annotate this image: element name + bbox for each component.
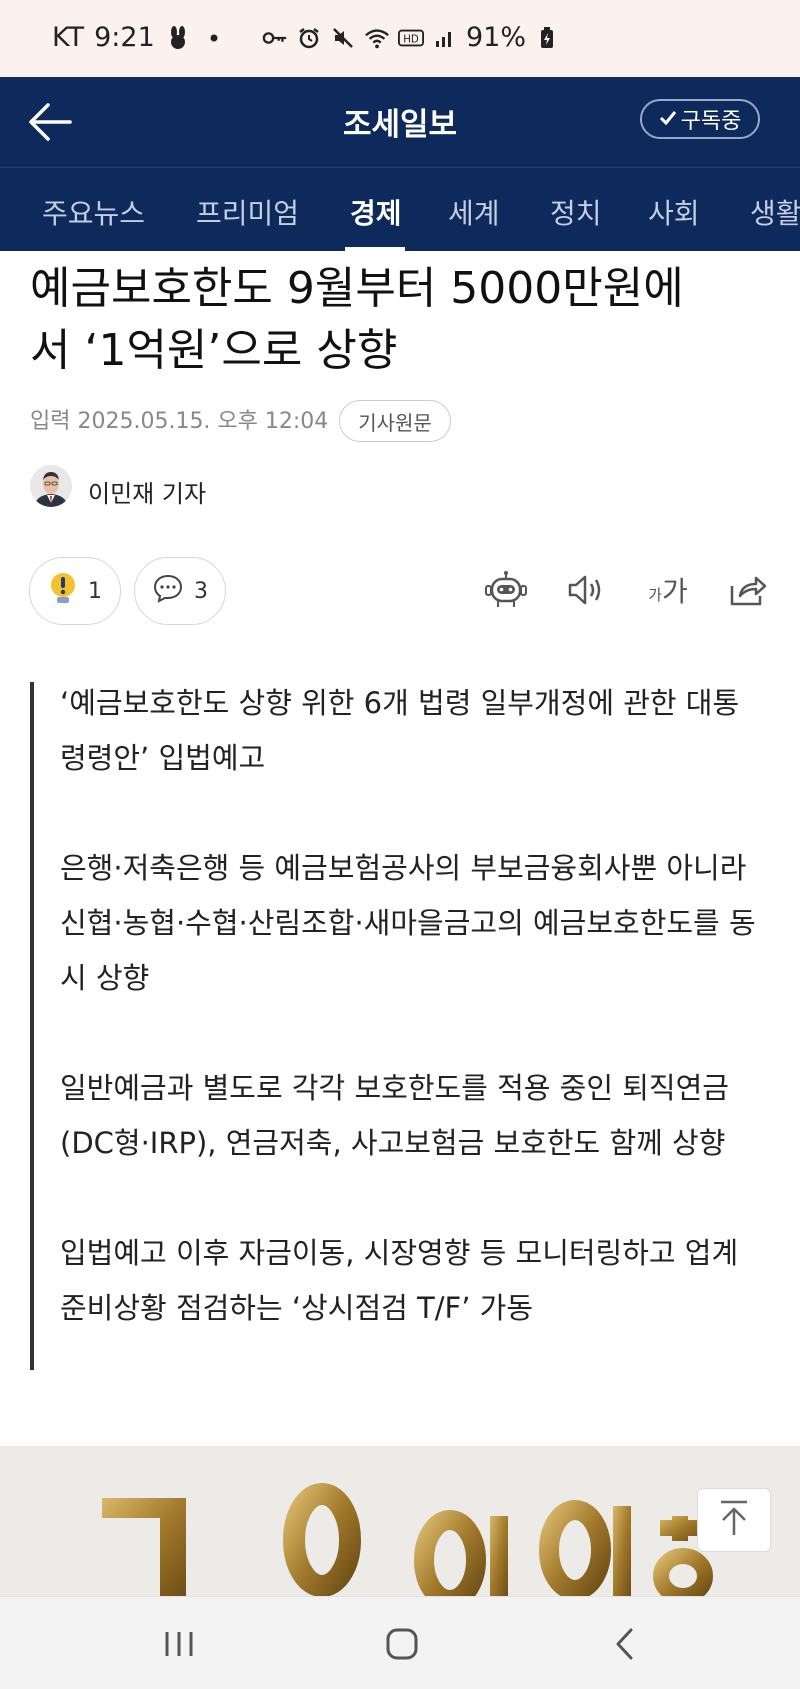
mute-icon [330, 25, 356, 51]
lightbulb-icon [48, 571, 78, 611]
clock: 9:21 [94, 22, 155, 53]
comment-icon [152, 573, 184, 609]
category-tabs: 주요뉴스 프리미엄 경제 세계 정치 사회 생활 [0, 167, 800, 251]
back-nav-icon[interactable] [600, 1621, 650, 1667]
article-title: 예금보호한도 9월부터 5000만원에 서 ‘1억원’으로 상향 [30, 258, 775, 382]
comment-button[interactable]: 3 [134, 557, 226, 625]
ai-bot-icon[interactable] [482, 566, 530, 614]
status-bar: KT 9:21 HD 91% [0, 0, 800, 77]
reaction-button[interactable]: 1 [29, 557, 121, 625]
article-photo [0, 1446, 800, 1596]
summary-item: ‘예금보호한도 상향 위한 6개 법령 일부개정에 관한 대통령령안’ 입법예고 [60, 686, 740, 775]
subscribe-label: 구독중 [680, 109, 742, 134]
summary-bar [30, 682, 34, 1370]
font-size-small-label: 가 [648, 585, 663, 604]
article-title-line-2: 서 ‘1억원’으로 상향 [30, 325, 398, 376]
key-icon [262, 25, 288, 51]
tab-politics[interactable]: 정치 [550, 192, 602, 232]
bunny-icon [165, 25, 191, 51]
summary-item: 입법예고 이후 자금이동, 시장영향 등 모니터링하고 업계 준비상황 점검하는… [60, 1236, 739, 1325]
battery-percent: 91% [466, 22, 527, 53]
tab-economy[interactable]: 경제 [350, 192, 402, 232]
subscribe-button[interactable]: 구독중 [640, 99, 760, 139]
tab-main-news[interactable]: 주요뉴스 [42, 192, 145, 232]
publish-date: 입력 2025.05.15. 오후 12:04 [30, 409, 329, 434]
tab-premium[interactable]: 프리미엄 [196, 192, 299, 232]
reporter-avatar[interactable] [30, 465, 72, 507]
home-icon[interactable] [377, 1621, 427, 1667]
tab-living[interactable]: 생활 [750, 192, 800, 232]
article-summary: ‘예금보호한도 상향 위한 6개 법령 일부개정에 관한 대통령령안’ 입법예고… [60, 676, 760, 1391]
original-article-button[interactable]: 기사원문 [339, 400, 451, 442]
recent-apps-icon[interactable] [154, 1621, 204, 1667]
font-size-button[interactable]: 가 가 [640, 566, 696, 614]
reaction-count: 1 [88, 578, 102, 604]
font-size-large-label: 가 [662, 575, 688, 608]
summary-item: 은행·저축은행 등 예금보험공사의 부보금융회사뿐 아니라 신협·농협·수협·산… [60, 851, 756, 995]
tab-society[interactable]: 사회 [648, 192, 700, 232]
check-icon [659, 107, 677, 132]
alarm-icon [296, 25, 322, 51]
comment-count: 3 [194, 578, 208, 604]
tab-world[interactable]: 세계 [448, 192, 500, 232]
hd-icon: HD [398, 25, 424, 51]
app-header: 조세일보 구독중 [0, 77, 800, 167]
wifi-icon [364, 25, 390, 51]
signal-icon [432, 25, 458, 51]
summary-item: 일반예금과 별도로 각각 보호한도를 적용 중인 퇴직연금(DC형·IRP), … [60, 1071, 729, 1160]
svg-text:HD: HD [403, 34, 419, 45]
reporter-name[interactable]: 이민재 기자 [88, 474, 206, 509]
speaker-icon[interactable] [562, 566, 610, 614]
dot-icon [201, 25, 227, 51]
share-icon[interactable] [724, 566, 772, 614]
battery-icon [534, 25, 560, 51]
active-tab-indicator [345, 247, 405, 251]
carrier-label: KT [52, 22, 85, 53]
article-title-line-1: 예금보호한도 9월부터 5000만원에 [30, 263, 684, 314]
arrow-up-icon [718, 1499, 750, 1541]
scroll-to-top-button[interactable] [697, 1488, 771, 1552]
system-nav-bar [0, 1596, 800, 1689]
